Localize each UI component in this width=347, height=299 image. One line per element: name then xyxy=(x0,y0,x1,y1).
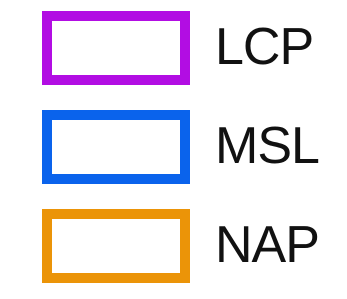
legend-swatch-nap xyxy=(42,209,190,283)
legend-item-lcp: LCP xyxy=(42,11,342,85)
legend-label-nap: NAP xyxy=(215,216,320,274)
legend-item-msl: MSL xyxy=(42,110,342,184)
legend-label-msl: MSL xyxy=(215,117,320,175)
legend-swatch-lcp xyxy=(42,11,190,85)
legend-swatch-msl xyxy=(42,110,190,184)
legend: LCP MSL NAP xyxy=(0,0,347,299)
legend-item-nap: NAP xyxy=(42,209,342,283)
legend-label-lcp: LCP xyxy=(215,18,314,76)
